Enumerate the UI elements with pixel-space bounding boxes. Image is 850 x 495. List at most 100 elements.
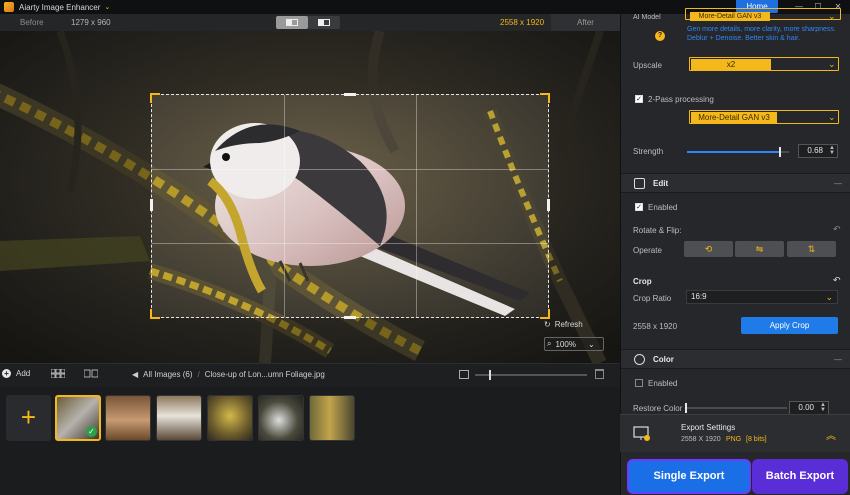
crop-corner-handle[interactable] <box>540 93 550 103</box>
crop-corner-handle[interactable] <box>540 309 550 319</box>
restore-color-slider[interactable] <box>685 407 787 409</box>
crop-grid-line <box>284 95 285 317</box>
ai-model-description-1: Gen more details, more clarity, more sha… <box>687 26 836 33</box>
help-icon[interactable]: ? <box>655 31 665 41</box>
export-settings-bar[interactable]: Export Settings 2558 X 1920 PNG [8 bits]… <box>620 414 850 452</box>
stepper-icon[interactable]: ▲ ▼ <box>829 145 835 156</box>
color-icon <box>634 354 645 365</box>
crop-edge-handle[interactable] <box>344 316 356 319</box>
batch-export-button[interactable]: Batch Export <box>752 459 848 494</box>
export-bit-depth: [8 bits] <box>746 436 767 443</box>
rotate-flip-label: Rotate & Flip: <box>633 226 682 235</box>
crop-grid-line <box>416 95 417 317</box>
app-title: Aiarty Image Enhancer <box>19 2 101 12</box>
flip-horizontal-button[interactable]: ⇋ <box>735 241 784 257</box>
after-label: After <box>551 14 620 31</box>
filmstrip: + ✓ <box>0 388 620 495</box>
current-file-name: Close-up of Lon...umn Foliage.jpg <box>204 370 325 379</box>
export-settings-title: Export Settings <box>681 423 736 432</box>
strength-slider-fill <box>687 151 780 153</box>
chevron-down-icon: ⌄ <box>828 59 836 69</box>
thumbnail-1[interactable]: ✓ <box>55 395 101 441</box>
edit-icon <box>634 178 645 189</box>
edit-section-header[interactable]: Edit — <box>621 173 850 193</box>
side-by-side-button[interactable] <box>308 16 340 29</box>
two-pass-label: 2-Pass processing <box>648 95 714 104</box>
split-view-button[interactable] <box>276 16 308 29</box>
refresh-button[interactable]: ↻ Refresh <box>544 320 583 329</box>
thumbnail-size-icon <box>459 370 469 379</box>
back-arrow-icon[interactable]: ◀ <box>132 370 138 379</box>
crop-edge-handle[interactable] <box>150 199 153 211</box>
single-export-button[interactable]: Single Export <box>627 459 751 494</box>
restore-color-value: 0.00 <box>798 403 814 412</box>
collapse-icon[interactable]: — <box>834 355 842 364</box>
ai-model-description-2: Deblur + Denoise. Better skin & hair. <box>687 35 801 42</box>
zoom-select[interactable]: ⌕ 100% ⌄ <box>544 337 604 351</box>
thumbnail-5[interactable] <box>258 395 304 441</box>
thumbnail-size-slider[interactable] <box>475 370 587 380</box>
thumbnail-3[interactable] <box>156 395 202 441</box>
edit-title: Edit <box>653 179 669 188</box>
image-list-toolbar: + Add ◀ All Images (6) / Close-up of Lon… <box>0 363 620 387</box>
rotate-button[interactable]: ⟲ <box>684 241 733 257</box>
slider-knob[interactable] <box>489 370 491 380</box>
thumbnail-2[interactable] <box>105 395 151 441</box>
plus-icon: + <box>2 369 11 378</box>
reset-icon[interactable]: ↶ <box>833 275 841 286</box>
crop-corner-handle[interactable] <box>150 309 160 319</box>
strength-value: 0.68 <box>807 146 823 155</box>
export-buttons: Single Export Batch Export <box>624 458 849 495</box>
chevron-down-icon: ⌄ <box>828 112 836 122</box>
ai-model-label: AI Model <box>633 14 661 21</box>
side-by-side-icon <box>318 19 330 26</box>
trash-icon[interactable] <box>595 369 604 379</box>
apply-crop-button[interactable]: Apply Crop <box>741 317 838 334</box>
thumbnail-4[interactable] <box>207 395 253 441</box>
strength-slider-knob[interactable] <box>779 147 782 157</box>
image-preview[interactable]: ↻ Refresh ⌕ 100% ⌄ <box>0 31 620 363</box>
strength-input[interactable]: 0.68 ▲ ▼ <box>798 144 838 158</box>
after-resolution: 2558 x 1920 <box>500 18 545 27</box>
color-enabled-checkbox[interactable] <box>635 379 643 387</box>
restore-color-slider-knob[interactable] <box>685 403 687 413</box>
refresh-label: Refresh <box>554 320 583 329</box>
grid-view-icon[interactable] <box>51 369 65 378</box>
add-images-button[interactable]: + Add <box>2 369 30 378</box>
restore-color-input[interactable]: 0.00 ▲ ▼ <box>789 401 829 415</box>
crop-frame[interactable] <box>150 93 550 319</box>
two-pass-checkbox[interactable]: ✓ <box>635 95 643 103</box>
flip-vertical-button[interactable]: ⇅ <box>787 241 836 257</box>
crop-ratio-label: Crop Ratio <box>633 294 672 303</box>
ai-model-select[interactable] <box>685 8 841 20</box>
thumbnail-6[interactable] <box>309 395 355 441</box>
upscale-value: x2 <box>691 59 771 71</box>
restore-color-label: Restore Color <box>633 404 683 413</box>
breadcrumb: ◀ All Images (6) / Close-up of Lon...umn… <box>132 370 325 379</box>
breadcrumb-separator: / <box>197 370 200 379</box>
reset-icon[interactable]: ↶ <box>833 224 841 235</box>
edit-enabled-label: Enabled <box>648 203 678 212</box>
stepper-icon[interactable]: ▲ ▼ <box>820 402 826 413</box>
chevron-down-icon: ⌄ <box>828 11 836 21</box>
crop-edge-handle[interactable] <box>547 199 550 211</box>
add-image-tile[interactable]: + <box>6 395 51 441</box>
checkmark-icon: ✓ <box>86 426 97 437</box>
upscale-label: Upscale <box>633 61 662 70</box>
collapse-icon[interactable]: — <box>834 179 842 188</box>
refresh-icon: ↻ <box>544 320 551 329</box>
color-section-header[interactable]: Color — <box>621 349 850 369</box>
list-view-icon[interactable] <box>84 369 98 378</box>
crop-edge-handle[interactable] <box>344 93 356 96</box>
crop-corner-handle[interactable] <box>150 93 160 103</box>
edit-enabled-checkbox[interactable]: ✓ <box>635 203 643 211</box>
export-format: PNG <box>726 436 742 443</box>
operate-label: Operate <box>633 246 662 255</box>
expand-up-icon[interactable]: ︽ <box>826 427 836 442</box>
chevron-down-icon[interactable]: ⌄ <box>104 3 110 11</box>
all-images-link[interactable]: All Images (6) <box>143 370 192 379</box>
monitor-settings-icon <box>633 426 650 441</box>
crop-grid-line <box>152 243 548 244</box>
add-label: Add <box>16 369 31 378</box>
crop-ratio-select[interactable]: 16:9 ⌄ <box>686 290 838 304</box>
